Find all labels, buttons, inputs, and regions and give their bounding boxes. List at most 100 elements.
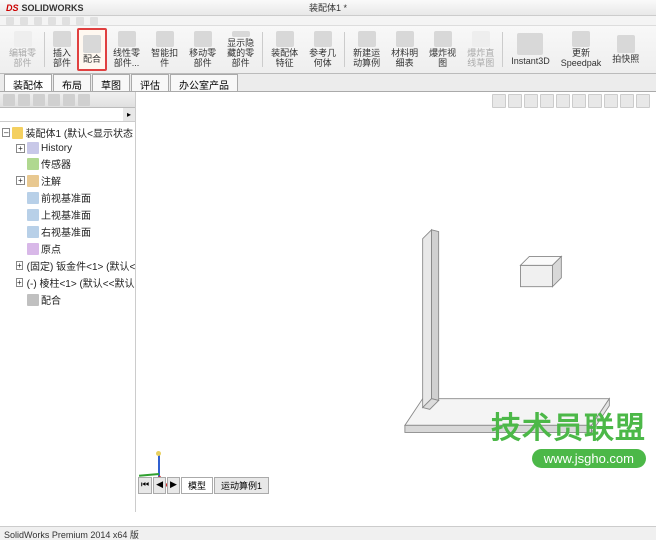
mate-icon [27, 294, 39, 306]
tab-assembly[interactable]: 装配体 [4, 74, 52, 91]
tab-sketch[interactable]: 草图 [92, 74, 130, 91]
qat-item[interactable] [62, 17, 70, 25]
ribbon-button[interactable]: 爆炸视图 [424, 28, 461, 71]
tab-nav-first[interactable]: ⏮ [138, 477, 152, 494]
view-toolbar [492, 94, 650, 108]
titlebar: DSSOLIDWORKS 装配体1 * [0, 0, 656, 16]
ribbon-label: 拍快照 [612, 54, 639, 64]
tree-node[interactable]: 传感器 [2, 155, 133, 172]
tree-node[interactable]: 前视基准面 [2, 189, 133, 206]
ribbon-button[interactable]: 移动零部件 [184, 28, 221, 71]
tree-filter: ▸ [0, 108, 135, 122]
ribbon-button[interactable]: 材料明细表 [386, 28, 423, 71]
panel-tab-icon[interactable] [63, 94, 75, 106]
tree-node[interactable]: 上视基准面 [2, 206, 133, 223]
tree-node[interactable]: 右视基准面 [2, 223, 133, 240]
tree-filter-dropdown[interactable]: ▸ [123, 108, 135, 121]
hide-show-icon[interactable] [588, 94, 602, 108]
tab-nav-prev[interactable]: ◀ [153, 477, 166, 494]
plane-icon [27, 209, 39, 221]
qat-item[interactable] [90, 17, 98, 25]
ribbon-button[interactable]: 更新Speedpak [556, 28, 607, 71]
tree-node[interactable]: +History [2, 141, 133, 155]
quick-access-toolbar [0, 16, 656, 26]
command-tabs: 装配体 布局 草图 评估 办公室产品 [0, 74, 656, 92]
ribbon-button[interactable]: 插入部件 [48, 28, 76, 71]
tab-office[interactable]: 办公室产品 [170, 74, 238, 91]
tree-node[interactable]: 原点 [2, 240, 133, 257]
ribbon-label: 显示隐藏的零部件 [227, 38, 254, 68]
ribbon-icon [118, 31, 136, 47]
ribbon-icon [617, 35, 635, 53]
ribbon-button[interactable]: 装配体特征 [266, 28, 303, 71]
expand-icon[interactable]: + [16, 261, 23, 270]
ribbon-label: 插入部件 [53, 48, 71, 68]
ribbon-label: Instant3D [511, 56, 550, 66]
ribbon-button: 编辑零部件 [4, 28, 41, 71]
view-settings-icon[interactable] [636, 94, 650, 108]
qat-item[interactable] [48, 17, 56, 25]
ribbon-label: 爆炸直线草图 [467, 48, 494, 68]
tree-root[interactable]: – 装配体1 (默认<显示状态 [2, 124, 133, 141]
feature-manager-panel: ▸ – 装配体1 (默认<显示状态 +History传感器+注解前视基准面上视基… [0, 92, 136, 512]
watermark-text: 技术员联盟 [491, 403, 646, 447]
qat-item[interactable] [34, 17, 42, 25]
ribbon-label: 装配体特征 [271, 48, 298, 68]
ribbon-button[interactable]: 拍快照 [607, 28, 644, 71]
section-view-icon[interactable] [540, 94, 554, 108]
document-title: 装配体1 * [309, 1, 347, 14]
ribbon-button[interactable]: 配合 [77, 28, 107, 71]
zoom-fit-icon[interactable] [492, 94, 506, 108]
tab-layout[interactable]: 布局 [53, 74, 91, 91]
scene-icon[interactable] [620, 94, 634, 108]
3d-viewport[interactable]: 技术员联盟 www.jsgho.com ⏮ ◀ ▶ ⏭ 模型 运动算例1 [136, 92, 656, 512]
tree-node-label: 传感器 [41, 156, 71, 171]
tab-evaluate[interactable]: 评估 [131, 74, 169, 91]
prev-view-icon[interactable] [524, 94, 538, 108]
tree-node[interactable]: + (固定) 钣金件<1> (默认<< [2, 257, 133, 274]
tree-node-label: (固定) 钣金件<1> (默认<< [27, 258, 135, 273]
ribbon-button[interactable]: 显示隐藏的零部件 [222, 28, 259, 71]
ribbon-icon [232, 31, 250, 37]
ribbon-icon [396, 31, 414, 47]
tree-node[interactable]: +(-) 棱柱<1> (默认<<默认> [2, 274, 133, 291]
ribbon-button[interactable]: 智能扣件 [146, 28, 183, 71]
expand-icon[interactable]: – [2, 128, 10, 137]
ribbon-button[interactable]: 新建运动算例 [348, 28, 385, 71]
qat-item[interactable] [6, 17, 14, 25]
panel-tab-icon[interactable] [33, 94, 45, 106]
tree-node[interactable]: 配合 [2, 291, 133, 308]
expand-icon[interactable]: + [16, 278, 23, 287]
ribbon-label: 配合 [83, 54, 101, 64]
qat-item[interactable] [20, 17, 28, 25]
ribbon-label: 参考几何体 [309, 48, 336, 68]
tab-nav-next[interactable]: ▶ [167, 477, 180, 494]
view-orient-icon[interactable] [556, 94, 570, 108]
display-style-icon[interactable] [572, 94, 586, 108]
ribbon-icon [83, 35, 101, 53]
ribbon-button[interactable]: Instant3D [506, 28, 555, 71]
zoom-area-icon[interactable] [508, 94, 522, 108]
ribbon-icon [53, 31, 71, 47]
motion-study-tab[interactable]: 运动算例1 [214, 477, 269, 494]
assembly-icon [12, 127, 23, 139]
model-tab[interactable]: 模型 [181, 477, 213, 494]
feature-tree: – 装配体1 (默认<显示状态 +History传感器+注解前视基准面上视基准面… [0, 122, 135, 512]
workspace: ▸ – 装配体1 (默认<显示状态 +History传感器+注解前视基准面上视基… [0, 92, 656, 512]
tree-node-label: 右视基准面 [41, 224, 91, 239]
expand-icon[interactable]: + [16, 144, 25, 153]
panel-tab-icon[interactable] [48, 94, 60, 106]
qat-item[interactable] [76, 17, 84, 25]
ribbon-button: 爆炸直线草图 [462, 28, 499, 71]
tree-node[interactable]: +注解 [2, 172, 133, 189]
tree-filter-input[interactable] [0, 108, 123, 121]
ribbon-label: 移动零部件 [189, 48, 216, 68]
appearance-icon[interactable] [604, 94, 618, 108]
watermark: 技术员联盟 www.jsgho.com [491, 403, 646, 468]
expand-icon[interactable]: + [16, 176, 25, 185]
panel-tab-icon[interactable] [3, 94, 15, 106]
panel-tab-icon[interactable] [18, 94, 30, 106]
ribbon-button[interactable]: 线性零部件... [108, 28, 145, 71]
ribbon-button[interactable]: 参考几何体 [304, 28, 341, 71]
panel-tab-icon[interactable] [78, 94, 90, 106]
